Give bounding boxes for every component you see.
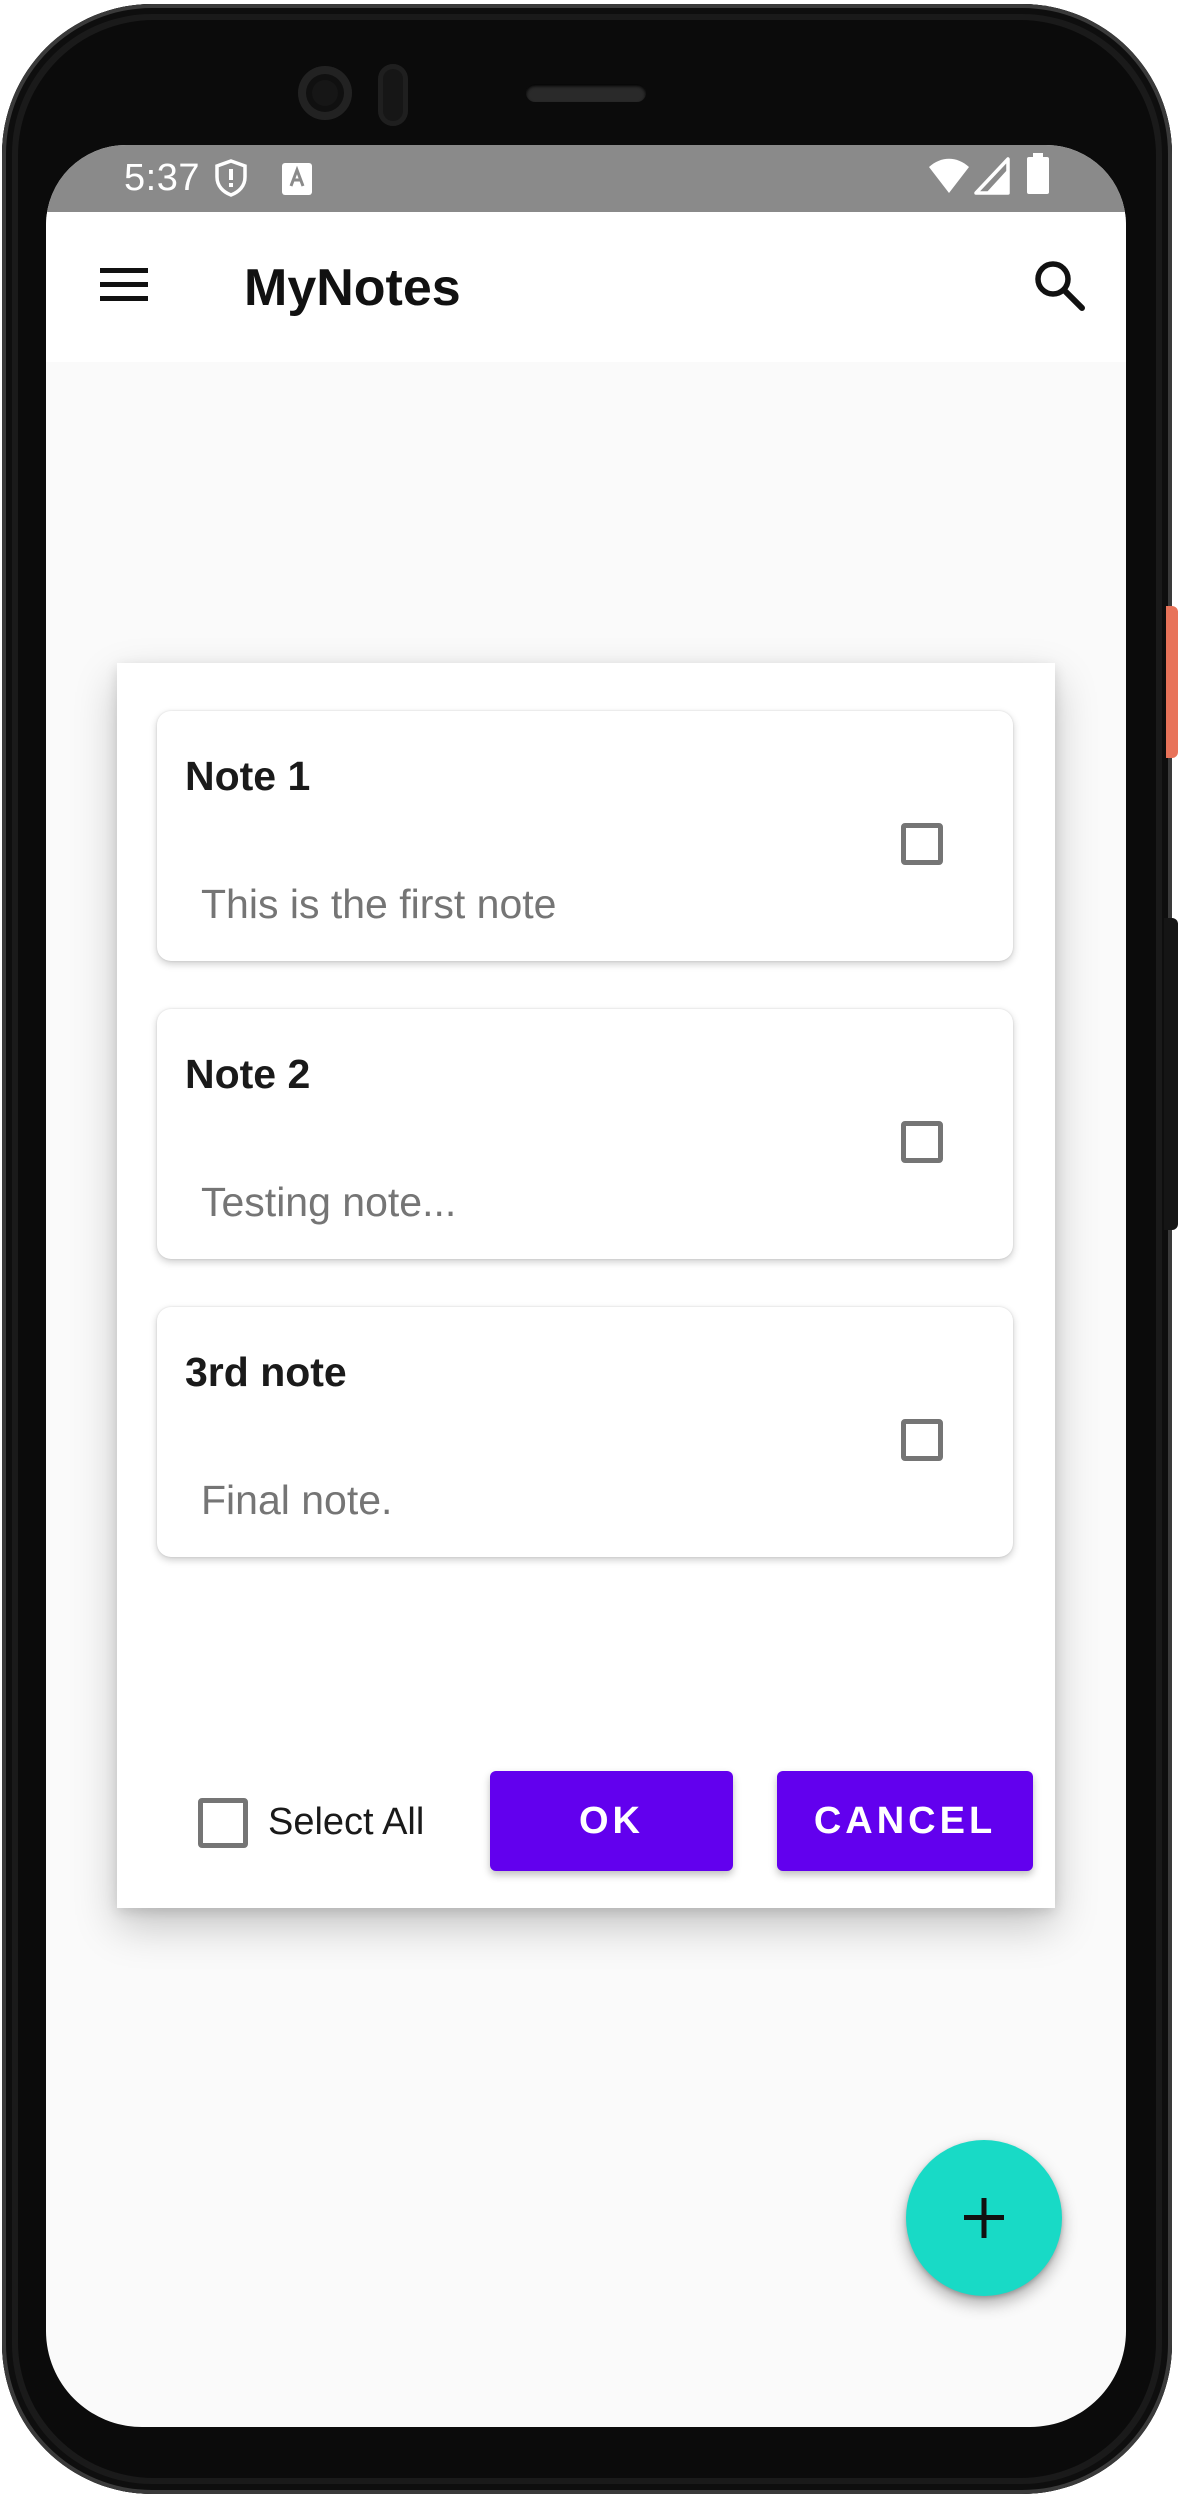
select-all-label[interactable]: Select All bbox=[268, 1801, 424, 1844]
note-title: Note 1 bbox=[185, 753, 311, 799]
note-card[interactable]: Note 1 This is the first note bbox=[157, 711, 1013, 961]
add-note-button[interactable] bbox=[906, 2140, 1062, 2296]
front-camera bbox=[298, 66, 352, 120]
plus-icon bbox=[964, 2198, 1004, 2238]
select-notes-dialog: Note 1 This is the first note Note 2 Tes… bbox=[117, 663, 1055, 1908]
earpiece-speaker bbox=[526, 84, 646, 102]
app-bar: MyNotes bbox=[46, 212, 1126, 362]
wifi-icon bbox=[928, 157, 970, 200]
proximity-sensor bbox=[378, 64, 408, 126]
volume-button bbox=[1164, 918, 1178, 1230]
status-bar: 5:37 bbox=[46, 145, 1126, 212]
note-body: This is the first note bbox=[201, 881, 557, 927]
screen: 5:37 MyNotes Note 1 This is the first no… bbox=[46, 145, 1126, 2427]
power-button bbox=[1166, 606, 1178, 758]
note-card[interactable]: 3rd note Final note. bbox=[157, 1307, 1013, 1557]
note-title: Note 2 bbox=[185, 1051, 311, 1097]
status-time: 5:37 bbox=[124, 157, 200, 199]
text-a-icon bbox=[282, 163, 312, 200]
battery-icon bbox=[1026, 153, 1050, 200]
shield-icon bbox=[214, 159, 248, 202]
ok-button[interactable]: OK bbox=[490, 1771, 733, 1871]
signal-icon bbox=[974, 157, 1010, 200]
note-body: Testing note... bbox=[201, 1179, 457, 1225]
note-checkbox[interactable] bbox=[901, 1121, 943, 1163]
app-title: MyNotes bbox=[244, 259, 461, 317]
note-title: 3rd note bbox=[185, 1349, 347, 1395]
hamburger-menu-icon[interactable] bbox=[96, 256, 152, 312]
note-checkbox[interactable] bbox=[901, 1419, 943, 1461]
note-card[interactable]: Note 2 Testing note... bbox=[157, 1009, 1013, 1259]
note-checkbox[interactable] bbox=[901, 823, 943, 865]
search-icon[interactable] bbox=[1030, 256, 1090, 316]
cancel-button[interactable]: CANCEL bbox=[777, 1771, 1033, 1871]
select-all-checkbox[interactable] bbox=[198, 1798, 248, 1848]
note-body: Final note. bbox=[201, 1477, 393, 1523]
